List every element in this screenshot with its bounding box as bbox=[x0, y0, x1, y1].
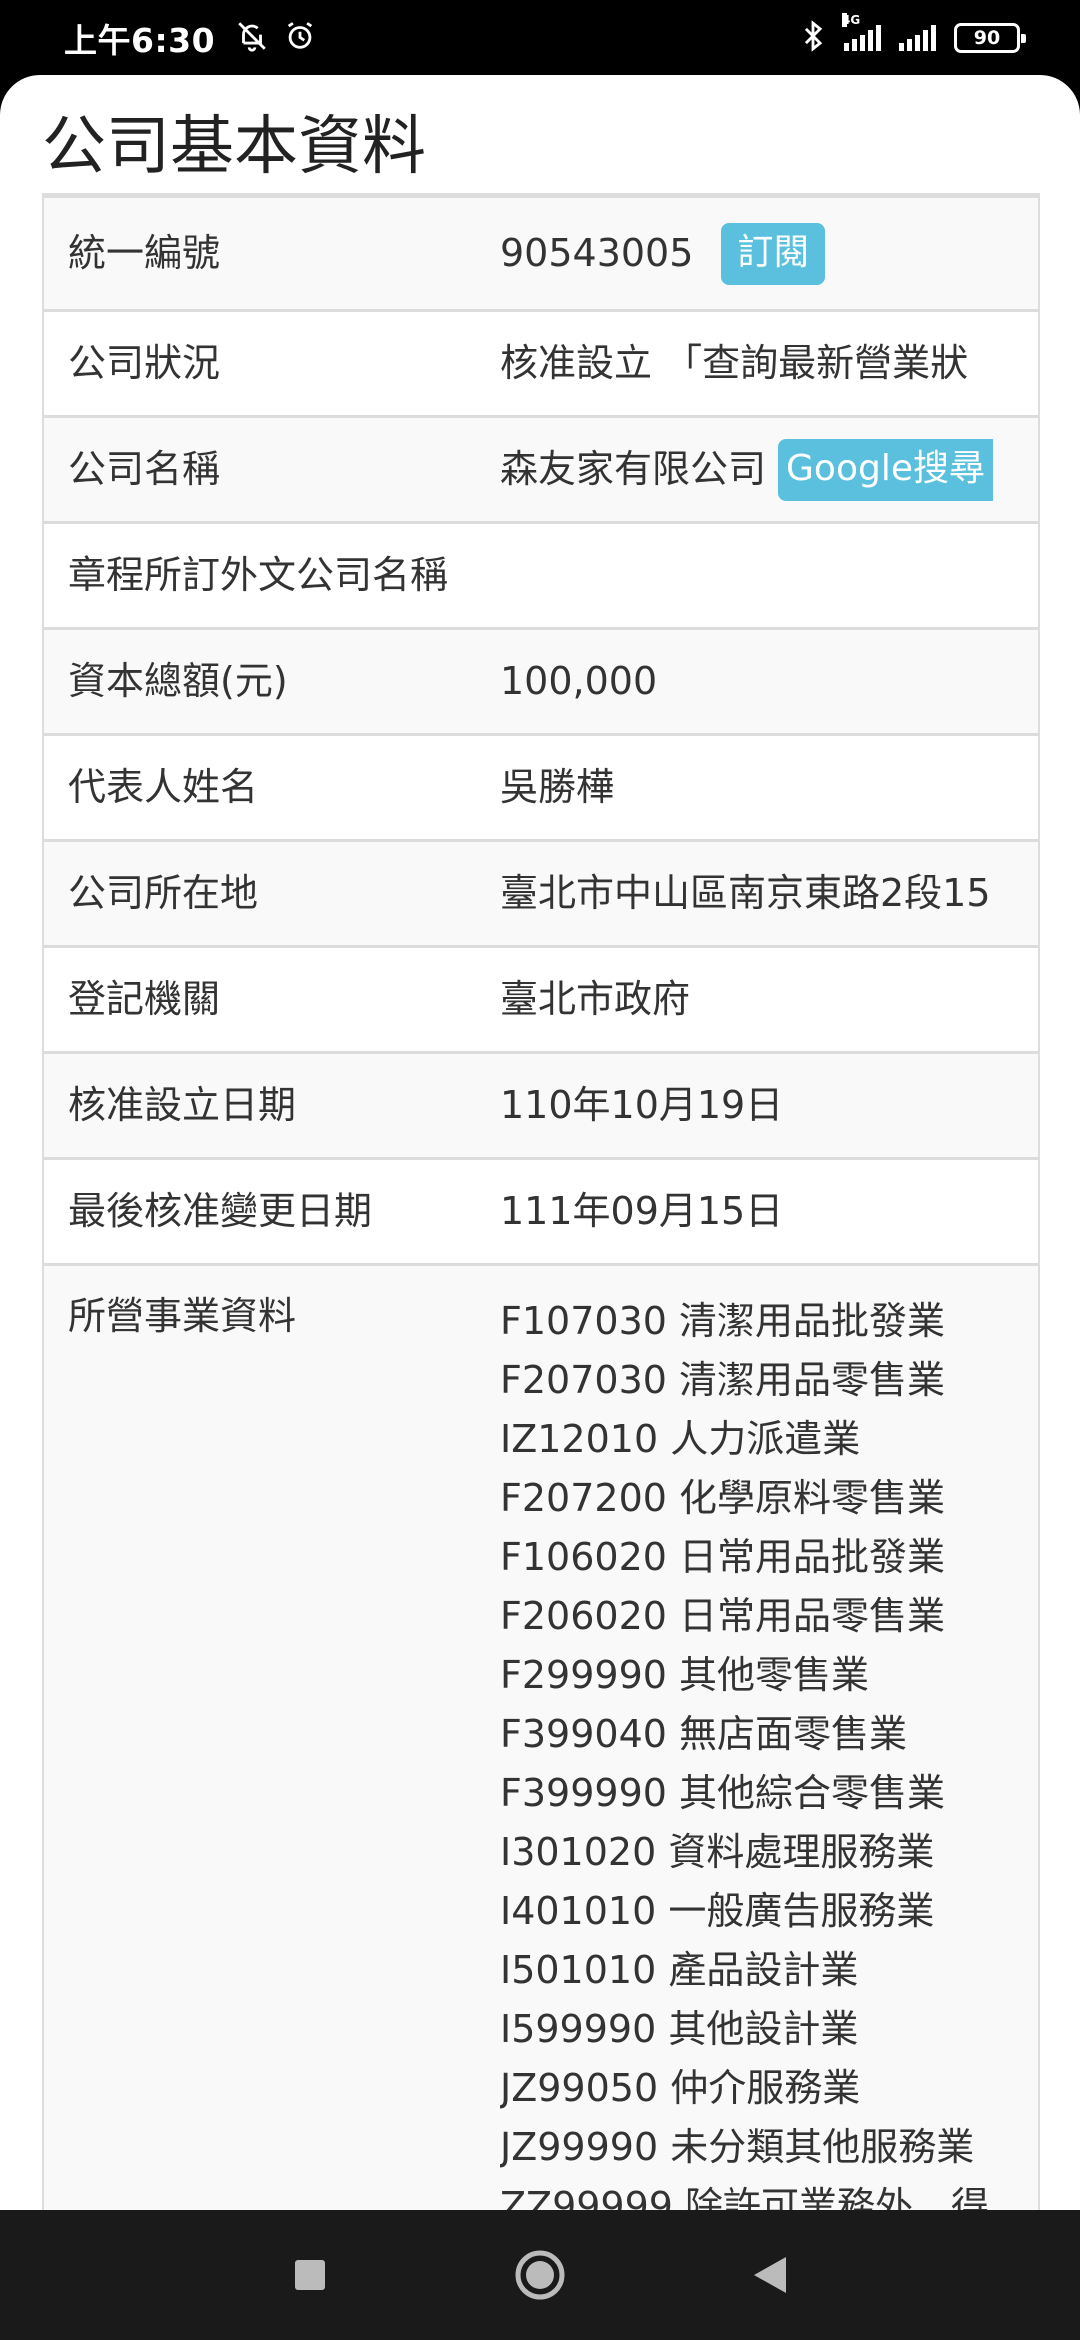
business-list: F107030 清潔用品批發業 F207030 清潔用品零售業 IZ12010 … bbox=[500, 1292, 1038, 2210]
row-foreign-name: 章程所訂外文公司名稱 bbox=[44, 524, 1038, 630]
list-item: F399990 其他綜合零售業 bbox=[500, 1771, 945, 1815]
home-button[interactable] bbox=[500, 2235, 580, 2315]
square-icon bbox=[295, 2260, 325, 2290]
signal-4g-icon: 4G bbox=[842, 12, 881, 51]
row-value: 臺北市中山區南京東路2段15 bbox=[500, 870, 991, 915]
row-value: 111年09月15日 bbox=[500, 1188, 784, 1233]
back-button[interactable] bbox=[730, 2235, 810, 2315]
alarm-icon bbox=[283, 19, 317, 57]
row-changed-date: 最後核准變更日期 111年09月15日 bbox=[44, 1160, 1038, 1266]
row-value: 臺北市政府 bbox=[500, 976, 691, 1021]
row-status: 公司狀況 核准設立 「查詢最新營業狀 bbox=[44, 312, 1038, 418]
list-item: I501010 產品設計業 bbox=[500, 1948, 859, 1992]
list-item: F207200 化學原料零售業 bbox=[500, 1476, 945, 1520]
page-title: 公司基本資料 bbox=[42, 110, 426, 184]
tax-id-value: 90543005 bbox=[500, 230, 694, 275]
row-tax-id: 統一編號 90543005 訂閱 bbox=[44, 198, 1038, 312]
row-value: 100,000 bbox=[500, 658, 658, 703]
row-value: 90543005 訂閱 bbox=[500, 222, 1038, 285]
row-label: 登記機關 bbox=[68, 976, 221, 1021]
row-approved-date: 核准設立日期 110年10月19日 bbox=[44, 1054, 1038, 1160]
list-item: I599990 其他設計業 bbox=[500, 2007, 859, 2051]
signal-icon bbox=[899, 24, 936, 51]
back-triangle-icon bbox=[754, 2257, 786, 2293]
row-label: 代表人姓名 bbox=[68, 764, 259, 809]
list-item: F107030 清潔用品批發業 bbox=[500, 1299, 945, 1343]
status-value-link[interactable]: 核准設立 「查詢最新營業狀 bbox=[500, 339, 968, 388]
company-info-table: 統一編號 90543005 訂閱 公司狀況 核准設立 「查詢最新營業狀 公司名稱… bbox=[42, 193, 1040, 2210]
navigation-bar bbox=[0, 2210, 1080, 2340]
network-type: 4G bbox=[842, 12, 861, 27]
circle-icon bbox=[515, 2250, 565, 2300]
status-left-icons bbox=[235, 19, 317, 57]
battery-icon: 90 bbox=[954, 22, 1026, 53]
row-label: 公司名稱 bbox=[68, 446, 221, 491]
list-item: I401010 一般廣告服務業 bbox=[500, 1889, 935, 1933]
status-time: 上午6:30 bbox=[64, 20, 216, 60]
list-item: JZ99050 仲介服務業 bbox=[500, 2066, 861, 2110]
row-value: 110年10月19日 bbox=[500, 1082, 784, 1127]
recents-button[interactable] bbox=[270, 2235, 350, 2315]
list-item: F207030 清潔用品零售業 bbox=[500, 1358, 945, 1402]
status-right-icons: 4G 90 bbox=[800, 12, 1026, 57]
row-label: 統一編號 bbox=[68, 230, 221, 275]
list-item: I301020 資料處理服務業 bbox=[500, 1830, 935, 1874]
row-label: 公司所在地 bbox=[68, 870, 259, 915]
list-item: F399040 無店面零售業 bbox=[500, 1712, 907, 1756]
subscribe-button[interactable]: 訂閱 bbox=[721, 222, 826, 285]
list-item: F299990 其他零售業 bbox=[500, 1653, 869, 1697]
row-label: 最後核准變更日期 bbox=[68, 1188, 373, 1233]
mute-bell-icon bbox=[235, 19, 269, 57]
google-search-button[interactable]: Google搜尋 bbox=[778, 438, 993, 501]
row-representative: 代表人姓名 吳勝樺 bbox=[44, 736, 1038, 842]
company-name-value: 森友家有限公司 bbox=[500, 446, 767, 491]
battery-level: 90 bbox=[973, 26, 1001, 49]
row-address: 公司所在地 臺北市中山區南京東路2段15 bbox=[44, 842, 1038, 948]
bluetooth-icon bbox=[800, 19, 826, 57]
row-authority: 登記機關 臺北市政府 bbox=[44, 948, 1038, 1054]
row-label: 所營事業資料 bbox=[68, 1294, 297, 1338]
row-label: 核准設立日期 bbox=[68, 1082, 297, 1127]
row-value: 森友家有限公司 Google搜尋 bbox=[500, 438, 1038, 501]
row-value: 吳勝樺 bbox=[500, 764, 615, 809]
list-item: ZZ99999 除許可業務外，得 bbox=[500, 2184, 990, 2210]
row-capital: 資本總額(元) 100,000 bbox=[44, 630, 1038, 736]
list-item: IZ12010 人力派遣業 bbox=[500, 1417, 861, 1461]
row-company-name: 公司名稱 森友家有限公司 Google搜尋 bbox=[44, 418, 1038, 524]
list-item: JZ99990 未分類其他服務業 bbox=[500, 2125, 975, 2169]
list-item: F206020 日常用品零售業 bbox=[500, 1594, 945, 1638]
row-label: 章程所訂外文公司名稱 bbox=[68, 552, 449, 597]
status-bar: 上午6:30 4G 90 bbox=[0, 0, 1080, 75]
row-value: 核准設立 「查詢最新營業狀 bbox=[500, 339, 1038, 388]
row-label: 資本總額(元) bbox=[68, 658, 288, 703]
app-content: 公司基本資料 統一編號 90543005 訂閱 公司狀況 核准設立 「查詢最新營… bbox=[0, 75, 1080, 2210]
list-item: F106020 日常用品批發業 bbox=[500, 1535, 945, 1579]
row-label: 公司狀況 bbox=[68, 340, 221, 385]
row-business: 所營事業資料 F107030 清潔用品批發業 F207030 清潔用品零售業 I… bbox=[44, 1266, 1038, 2210]
